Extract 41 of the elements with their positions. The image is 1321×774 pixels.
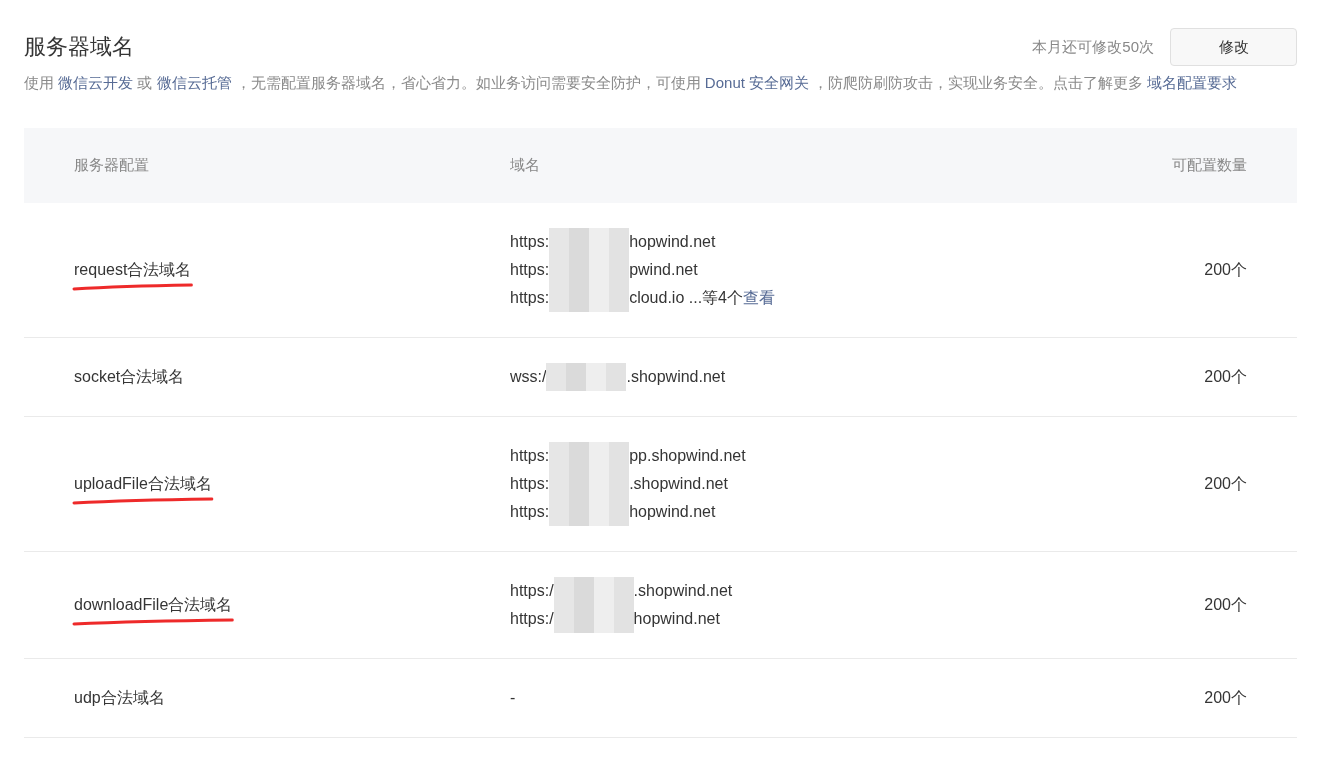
column-header: 可配置数量 [1172,156,1247,174]
domain-suffix: hopwind.net [629,232,716,252]
domain-prefix: https: [510,232,550,252]
domain-suffix: hopwind.net [633,609,720,629]
domain-prefix: https: [510,288,550,308]
table-cell: 200个 [1204,261,1247,278]
domain-prefix: https:/ [510,609,554,629]
table-cell: 200个 [1204,689,1247,706]
link[interactable]: 微信云托管 [156,74,232,91]
domain-suffix: .shopwind.net [629,474,728,494]
link[interactable]: Donut 安全网关 [704,74,810,91]
table-cell: downloadFile合法域名 [74,596,233,613]
domain-prefix: https: [510,260,550,280]
domain-suffix: .shopwind.net [633,581,733,601]
domain-prefix: https:/ [510,581,554,601]
description-text: 使用 微信云开发 或 微信云托管 ，无需配置服务器域名，省心省力。如业务访问需要安全防护，可使用 Donut 安全网关 ，防爬防刷防攻击，实现业务安全。点击了解更多 域名配置要求 [24,73,1239,93]
column-header: 域名 [510,156,540,174]
table-cell: socket合法域名 [74,368,185,385]
domain-suffix: hopwind.net [629,502,716,522]
domain-prefix: https: [510,502,550,522]
table-cell: 200个 [1204,596,1247,613]
column-header: 服务器配置 [74,156,149,174]
table-cell: uploadFile合法域名 [74,475,212,492]
table-cell: udp合法域名 [74,689,165,706]
table-cell: - [510,689,516,706]
domain-prefix: wss:/ [510,367,547,387]
domain-suffix: pp.shopwind.net [629,446,746,466]
page-title: 服务器域名 [24,33,134,61]
domain-suffix: .shopwind.net [626,367,726,387]
edit-button[interactable]: 修改 [1170,28,1297,66]
table-cell: request合法域名 [74,261,192,278]
quota-text: 本月还可修改50次 [1032,36,1154,57]
domain-suffix: pwind.net [629,260,698,280]
domain-suffix: cloud.io ...等4个 [629,288,743,308]
table-cell: 200个 [1204,475,1247,492]
link[interactable]: 域名配置要求 [1147,74,1238,91]
domain-prefix: https: [510,474,550,494]
link[interactable]: 微信云开发 [58,74,134,91]
table-cell: 200个 [1204,368,1247,385]
view-link[interactable]: 查看 [742,284,775,312]
domain-prefix: https: [510,446,550,466]
